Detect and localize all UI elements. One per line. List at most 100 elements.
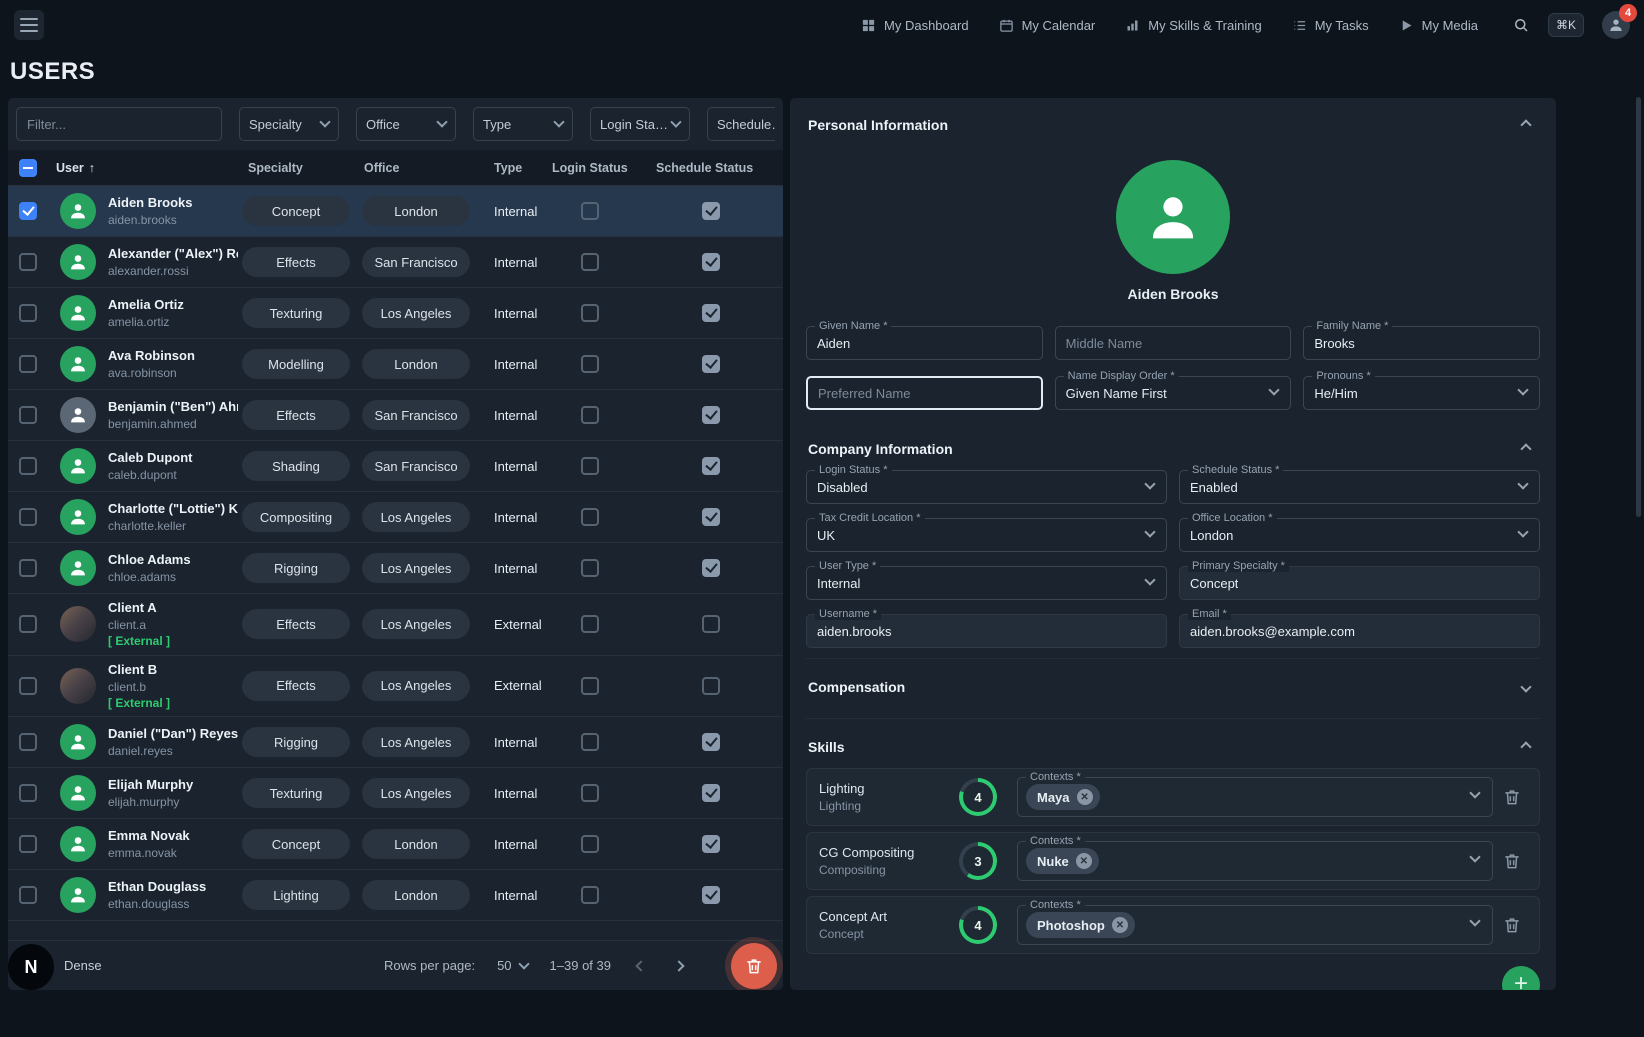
office-chip[interactable]: Los Angeles bbox=[362, 778, 470, 808]
table-row[interactable]: Client A client.a [ External ] Effects L… bbox=[8, 594, 783, 656]
office-chip[interactable]: London bbox=[362, 349, 470, 379]
table-row[interactable]: Client B client.b [ External ] Effects L… bbox=[8, 656, 783, 718]
login-status-select[interactable]: Login Status * Disabled bbox=[806, 470, 1167, 504]
rows-per-page-select[interactable]: 50 bbox=[497, 958, 527, 973]
remove-context-icon[interactable]: ✕ bbox=[1077, 789, 1093, 805]
specialty-chip[interactable]: Effects bbox=[242, 671, 350, 701]
office-chip[interactable]: San Francisco bbox=[362, 400, 470, 430]
filter-schedule-status[interactable]: Schedule Status bbox=[707, 107, 775, 141]
collapse-section-icon[interactable] bbox=[1514, 113, 1538, 136]
login-status-checkbox[interactable] bbox=[581, 835, 599, 853]
collapse-section-icon[interactable] bbox=[1514, 437, 1538, 460]
schedule-status-checkbox[interactable] bbox=[702, 559, 720, 577]
collapse-section-icon[interactable] bbox=[1514, 735, 1538, 758]
office-chip[interactable]: Los Angeles bbox=[362, 671, 470, 701]
table-row[interactable]: Emma Novak emma.novak Concept London Int… bbox=[8, 819, 783, 870]
table-row[interactable]: Caleb Dupont caleb.dupont Shading San Fr… bbox=[8, 441, 783, 492]
schedule-status-checkbox[interactable] bbox=[702, 304, 720, 322]
given-name-field[interactable]: Given Name * Aiden bbox=[806, 326, 1043, 360]
preferred-name-field[interactable]: Preferred Name bbox=[806, 376, 1043, 410]
row-checkbox[interactable] bbox=[19, 406, 37, 424]
schedule-status-checkbox[interactable] bbox=[702, 886, 720, 904]
schedule-status-checkbox[interactable] bbox=[702, 253, 720, 271]
office-chip[interactable]: Los Angeles bbox=[362, 609, 470, 639]
delete-skill-button[interactable] bbox=[1498, 847, 1526, 875]
login-status-checkbox[interactable] bbox=[581, 733, 599, 751]
specialty-chip[interactable]: Rigging bbox=[242, 727, 350, 757]
next-page-button[interactable] bbox=[671, 954, 687, 977]
specialty-chip[interactable]: Effects bbox=[242, 609, 350, 639]
email-field[interactable]: Email * aiden.brooks@example.com bbox=[1179, 614, 1540, 648]
table-row[interactable]: Alexander ("Alex") Rossi alexander.rossi… bbox=[8, 237, 783, 288]
office-chip[interactable]: Los Angeles bbox=[362, 553, 470, 583]
row-checkbox[interactable] bbox=[19, 202, 37, 220]
row-checkbox[interactable] bbox=[19, 886, 37, 904]
schedule-status-checkbox[interactable] bbox=[702, 733, 720, 751]
user-menu-button[interactable]: 4 bbox=[1602, 11, 1630, 39]
column-header-office[interactable]: Office bbox=[354, 161, 478, 175]
row-checkbox[interactable] bbox=[19, 733, 37, 751]
row-checkbox[interactable] bbox=[19, 304, 37, 322]
table-row[interactable]: Ethan Douglass ethan.douglass Lighting L… bbox=[8, 870, 783, 921]
schedule-status-checkbox[interactable] bbox=[702, 508, 720, 526]
row-checkbox[interactable] bbox=[19, 677, 37, 695]
office-chip[interactable]: London bbox=[362, 196, 470, 226]
menu-icon[interactable] bbox=[14, 10, 44, 40]
middle-name-field[interactable]: Middle Name bbox=[1055, 326, 1292, 360]
specialty-chip[interactable]: Modelling bbox=[242, 349, 350, 379]
schedule-status-checkbox[interactable] bbox=[702, 457, 720, 475]
skill-contexts-select[interactable]: Contexts * Nuke ✕ bbox=[1017, 841, 1493, 881]
row-checkbox[interactable] bbox=[19, 559, 37, 577]
specialty-chip[interactable]: Concept bbox=[242, 196, 350, 226]
nav-my-dashboard[interactable]: My Dashboard bbox=[861, 18, 969, 33]
delete-skill-button[interactable] bbox=[1498, 783, 1526, 811]
login-status-checkbox[interactable] bbox=[581, 886, 599, 904]
login-status-checkbox[interactable] bbox=[581, 559, 599, 577]
table-row[interactable]: Benjamin ("Ben") Ahmed benjamin.ahmed Ef… bbox=[8, 390, 783, 441]
login-status-checkbox[interactable] bbox=[581, 406, 599, 424]
remove-context-icon[interactable]: ✕ bbox=[1112, 917, 1128, 933]
schedule-status-checkbox[interactable] bbox=[702, 202, 720, 220]
login-status-checkbox[interactable] bbox=[581, 508, 599, 526]
remove-context-icon[interactable]: ✕ bbox=[1076, 853, 1092, 869]
login-status-checkbox[interactable] bbox=[581, 784, 599, 802]
row-checkbox[interactable] bbox=[19, 508, 37, 526]
schedule-status-checkbox[interactable] bbox=[702, 355, 720, 373]
specialty-chip[interactable]: Compositing bbox=[242, 502, 350, 532]
page-scrollbar[interactable] bbox=[1636, 97, 1641, 517]
skill-contexts-select[interactable]: Contexts * Maya ✕ bbox=[1017, 777, 1493, 817]
table-row[interactable]: Charlotte ("Lottie") Keller charlotte.ke… bbox=[8, 492, 783, 543]
expand-section-icon[interactable] bbox=[1514, 675, 1538, 698]
login-status-checkbox[interactable] bbox=[581, 457, 599, 475]
specialty-chip[interactable]: Texturing bbox=[242, 778, 350, 808]
delete-users-button[interactable] bbox=[731, 943, 777, 989]
filter-specialty[interactable]: Specialty bbox=[239, 107, 339, 141]
office-chip[interactable]: Los Angeles bbox=[362, 727, 470, 757]
office-chip[interactable]: Los Angeles bbox=[362, 502, 470, 532]
table-row[interactable]: Ava Robinson ava.robinson Modelling Lond… bbox=[8, 339, 783, 390]
schedule-status-checkbox[interactable] bbox=[702, 615, 720, 633]
schedule-status-select[interactable]: Schedule Status * Enabled bbox=[1179, 470, 1540, 504]
app-logo[interactable]: N bbox=[8, 944, 54, 990]
nav-my-media[interactable]: My Media bbox=[1399, 18, 1478, 33]
primary-specialty-field[interactable]: Primary Specialty * Concept bbox=[1179, 566, 1540, 600]
table-row[interactable]: Amelia Ortiz amelia.ortiz Texturing Los … bbox=[8, 288, 783, 339]
row-checkbox[interactable] bbox=[19, 253, 37, 271]
family-name-field[interactable]: Family Name * Brooks bbox=[1303, 326, 1540, 360]
tax-credit-location-select[interactable]: Tax Credit Location * UK bbox=[806, 518, 1167, 552]
column-header-schedule-status[interactable]: Schedule Status bbox=[638, 161, 783, 175]
specialty-chip[interactable]: Lighting bbox=[242, 880, 350, 910]
login-status-checkbox[interactable] bbox=[581, 615, 599, 633]
login-status-checkbox[interactable] bbox=[581, 253, 599, 271]
specialty-chip[interactable]: Effects bbox=[242, 247, 350, 277]
office-chip[interactable]: Los Angeles bbox=[362, 298, 470, 328]
specialty-chip[interactable]: Concept bbox=[242, 829, 350, 859]
column-header-specialty[interactable]: Specialty bbox=[238, 161, 354, 175]
username-field[interactable]: Username * aiden.brooks bbox=[806, 614, 1167, 648]
column-header-login-status[interactable]: Login Status bbox=[542, 161, 638, 175]
row-checkbox[interactable] bbox=[19, 355, 37, 373]
filter-type[interactable]: Type bbox=[473, 107, 573, 141]
specialty-chip[interactable]: Texturing bbox=[242, 298, 350, 328]
row-checkbox[interactable] bbox=[19, 835, 37, 853]
table-row[interactable]: Aiden Brooks aiden.brooks Concept London… bbox=[8, 186, 783, 237]
